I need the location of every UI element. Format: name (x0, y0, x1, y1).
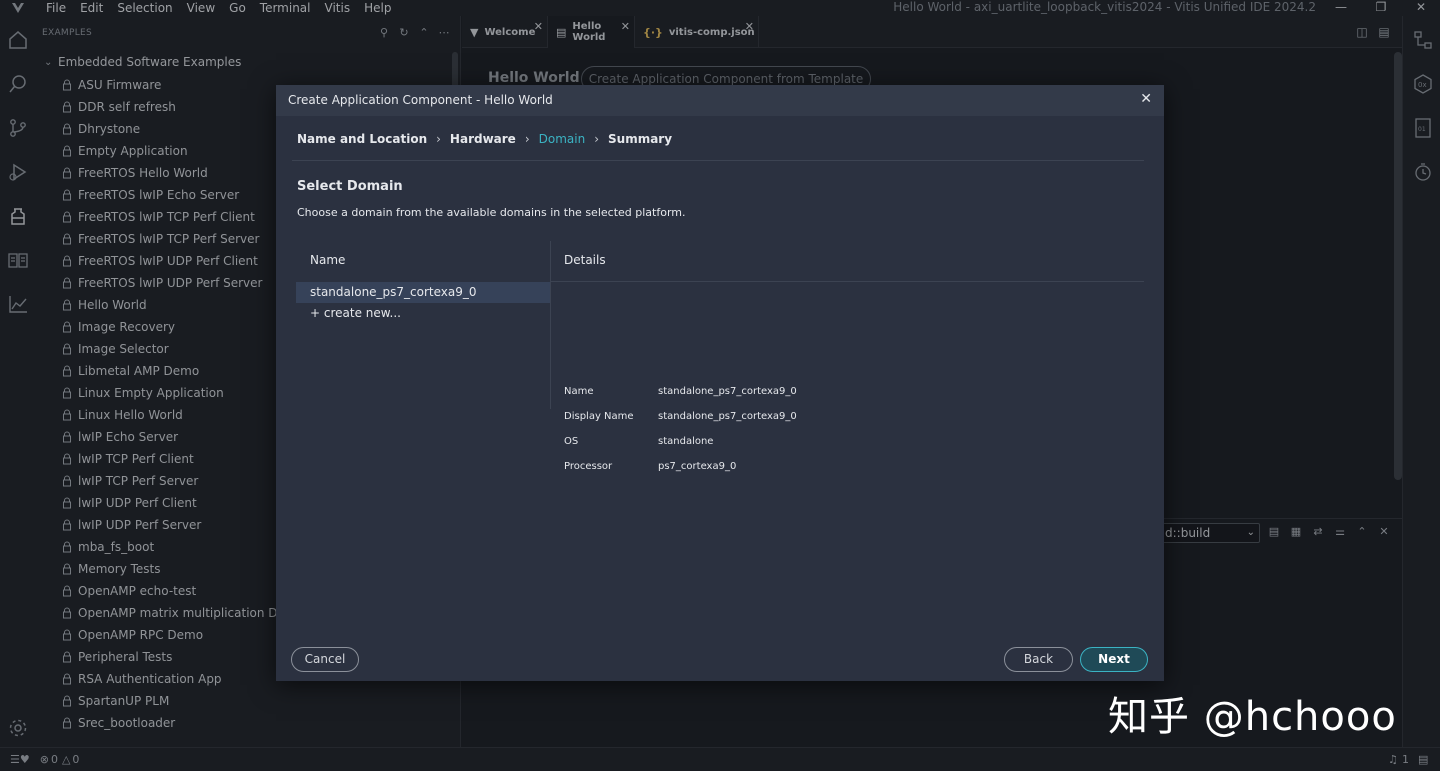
plus-icon: + (310, 306, 321, 320)
create-component-dialog: Create Application Component - Hello Wor… (276, 85, 1164, 681)
domain-table: Name Details standalone_ps7_cortexa9_0 +… (296, 241, 1144, 472)
header-divider (550, 281, 1144, 282)
step-name-location[interactable]: Name and Location (297, 132, 427, 146)
watermark: 知乎 @hchooo (1108, 694, 1397, 740)
chevron-right-icon: › (436, 132, 441, 146)
step-summary[interactable]: Summary (608, 132, 672, 146)
detail-label: OS (564, 436, 579, 447)
details-column-header: Details (564, 253, 606, 267)
back-button[interactable]: Back (1004, 647, 1073, 672)
detail-value: standalone (658, 436, 714, 447)
dialog-title: Create Application Component - Hello Wor… (288, 93, 553, 107)
detail-value: standalone_ps7_cortexa9_0 (658, 411, 797, 422)
detail-label: Processor (564, 461, 613, 472)
create-new-label: create new... (323, 306, 401, 320)
detail-value: standalone_ps7_cortexa9_0 (658, 386, 797, 397)
domain-row-selected[interactable]: standalone_ps7_cortexa9_0 (296, 282, 550, 303)
detail-label: Display Name (564, 411, 634, 422)
close-icon[interactable]: ✕ (1140, 91, 1152, 107)
column-divider (550, 241, 551, 409)
domain-name: standalone_ps7_cortexa9_0 (310, 285, 477, 299)
name-column-header: Name (310, 253, 346, 267)
chevron-right-icon: › (594, 132, 600, 146)
create-new-domain-link[interactable]: + create new... (310, 306, 401, 320)
step-hardware[interactable]: Hardware (450, 132, 516, 146)
section-description: Choose a domain from the available domai… (297, 206, 686, 219)
chevron-right-icon: › (524, 132, 530, 146)
divider (292, 160, 1144, 161)
dialog-header: Create Application Component - Hello Wor… (276, 85, 1164, 116)
next-button[interactable]: Next (1080, 647, 1148, 672)
detail-value: ps7_cortexa9_0 (658, 461, 737, 472)
section-title: Select Domain (297, 179, 403, 194)
cancel-button[interactable]: Cancel (291, 647, 359, 672)
wizard-breadcrumb: Name and Location › Hardware › Domain › … (297, 132, 672, 146)
step-domain[interactable]: Domain (539, 132, 586, 146)
detail-label: Name (564, 386, 594, 397)
